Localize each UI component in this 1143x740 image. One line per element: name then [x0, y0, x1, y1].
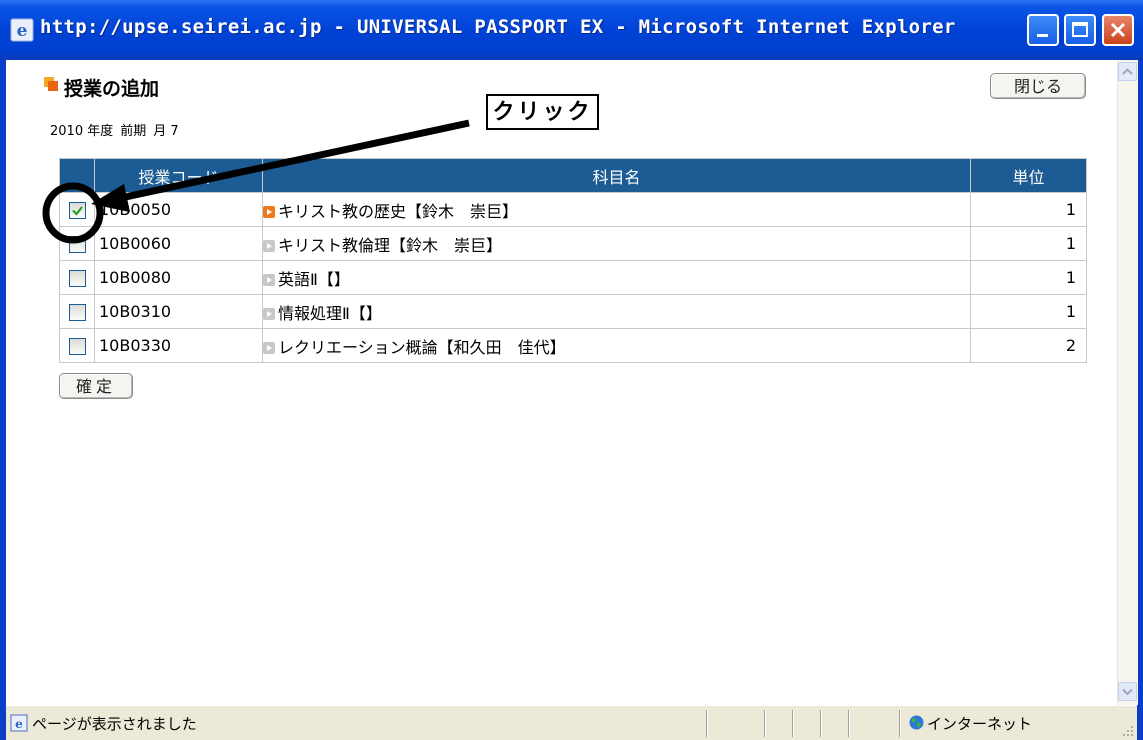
browser-window: e http://upse.seirei.ac.jp - UNIVERSAL P…	[0, 0, 1143, 740]
checkbox-cell	[59, 328, 95, 363]
annotation-callout: クリック	[486, 94, 599, 130]
course-unit: 1	[970, 294, 1087, 329]
arrow-bullet-icon	[263, 240, 275, 252]
page-icon: e	[10, 714, 28, 732]
column-header-unit: 単位	[970, 158, 1087, 193]
status-pane-divider	[706, 710, 708, 737]
course-name-cell: キリスト教の歴史【鈴木 崇巨】	[262, 192, 971, 227]
term-info: 2010 年度 前期月 7	[50, 120, 179, 139]
svg-text:e: e	[15, 717, 23, 731]
course-code: 10B0330	[94, 328, 263, 363]
course-checkbox[interactable]	[68, 202, 86, 219]
course-checkbox[interactable]	[68, 270, 86, 287]
status-pane-divider	[792, 710, 794, 737]
scroll-down-button[interactable]	[1118, 682, 1137, 701]
arrow-bullet-icon	[263, 342, 275, 354]
close-button[interactable]: 閉じる	[990, 73, 1086, 99]
scroll-up-button[interactable]	[1118, 62, 1137, 81]
checkbox-cell	[59, 260, 95, 295]
page-title: 授業の追加	[64, 78, 160, 100]
confirm-button[interactable]: 確定	[59, 373, 133, 399]
maximize-button[interactable]	[1064, 14, 1096, 46]
table-row: 10B0310 情報処理Ⅱ【】 1	[59, 294, 1087, 329]
globe-icon	[909, 715, 924, 730]
minimize-icon	[1037, 34, 1048, 37]
security-zone-label: インターネット	[927, 715, 1033, 733]
arrow-bullet-icon	[263, 274, 275, 286]
maximize-icon	[1072, 22, 1088, 37]
course-name-cell: レクリエーション概論【和久田 佳代】	[262, 328, 971, 363]
status-text: ページが表示されました	[32, 715, 197, 733]
course-checkbox[interactable]	[68, 236, 86, 253]
status-pane-divider	[764, 710, 766, 737]
chevron-up-icon	[1122, 68, 1133, 75]
course-unit: 1	[970, 260, 1087, 295]
status-bar: e ページが表示されました インターネット	[6, 705, 1137, 740]
course-unit: 2	[970, 328, 1087, 363]
course-code: 10B0080	[94, 260, 263, 295]
table-row: 10B0330 レクリエーション概論【和久田 佳代】 2	[59, 328, 1087, 363]
course-name-cell: 英語Ⅱ【】	[262, 260, 971, 295]
course-checkbox[interactable]	[68, 338, 86, 355]
heading-marker-icon	[44, 77, 58, 91]
resize-grip-icon[interactable]	[1121, 724, 1135, 738]
title-bar[interactable]: e http://upse.seirei.ac.jp - UNIVERSAL P…	[0, 0, 1143, 60]
arrow-bullet-icon	[263, 308, 275, 320]
course-name[interactable]: 英語Ⅱ【】	[278, 270, 350, 289]
column-header-name: 科目名	[262, 158, 971, 193]
course-name[interactable]: 情報処理Ⅱ【】	[278, 304, 382, 323]
page-content: 授業の追加 閉じる 2010 年度 前期月 7 授業コード 科目名 単位 10B0…	[6, 60, 1138, 705]
close-icon	[1110, 22, 1126, 38]
svg-text:e: e	[17, 21, 28, 41]
course-code: 10B0060	[94, 226, 263, 261]
checkbox-cell	[59, 226, 95, 261]
course-checkbox[interactable]	[68, 304, 86, 321]
table-row: 10B0080 英語Ⅱ【】 1	[59, 260, 1087, 295]
course-unit: 1	[970, 192, 1087, 227]
column-header-code: 授業コード	[94, 158, 263, 193]
checkbox-column-header	[59, 158, 95, 193]
table-row: 10B0050 キリスト教の歴史【鈴木 崇巨】 1	[59, 192, 1087, 227]
checkbox-cell	[59, 192, 95, 227]
vertical-scrollbar[interactable]	[1117, 60, 1138, 705]
course-code: 10B0310	[94, 294, 263, 329]
close-window-button[interactable]	[1102, 14, 1134, 46]
annotation-overlay	[42, 119, 470, 244]
course-name[interactable]: レクリエーション概論【和久田 佳代】	[278, 338, 566, 357]
course-name[interactable]: キリスト教の歴史【鈴木 崇巨】	[278, 202, 518, 221]
status-pane-divider	[820, 710, 822, 737]
ie-icon: e	[10, 18, 34, 42]
status-pane-divider	[899, 710, 901, 737]
table-row: 10B0060 キリスト教倫理【鈴木 崇巨】 1	[59, 226, 1087, 261]
window-title: http://upse.seirei.ac.jp - UNIVERSAL PAS…	[40, 16, 956, 38]
chevron-down-icon	[1122, 688, 1133, 696]
term-label: 前期	[120, 124, 147, 139]
course-table: 授業コード 科目名 単位 10B0050 キリスト教の歴史【鈴木 崇巨】 1 1…	[59, 158, 1087, 363]
checkbox-cell	[59, 294, 95, 329]
course-code: 10B0050	[94, 192, 263, 227]
minimize-button[interactable]	[1027, 14, 1059, 46]
table-header-row: 授業コード 科目名 単位	[59, 158, 1087, 193]
arrow-bullet-icon	[263, 206, 275, 218]
checkmark-icon	[71, 206, 83, 216]
course-name-cell: キリスト教倫理【鈴木 崇巨】	[262, 226, 971, 261]
course-name-cell: 情報処理Ⅱ【】	[262, 294, 971, 329]
status-pane-divider	[848, 710, 850, 737]
year-label: 2010 年度	[50, 124, 114, 139]
course-unit: 1	[970, 226, 1087, 261]
slot-label: 月 7	[153, 124, 179, 139]
course-name[interactable]: キリスト教倫理【鈴木 崇巨】	[278, 236, 502, 255]
